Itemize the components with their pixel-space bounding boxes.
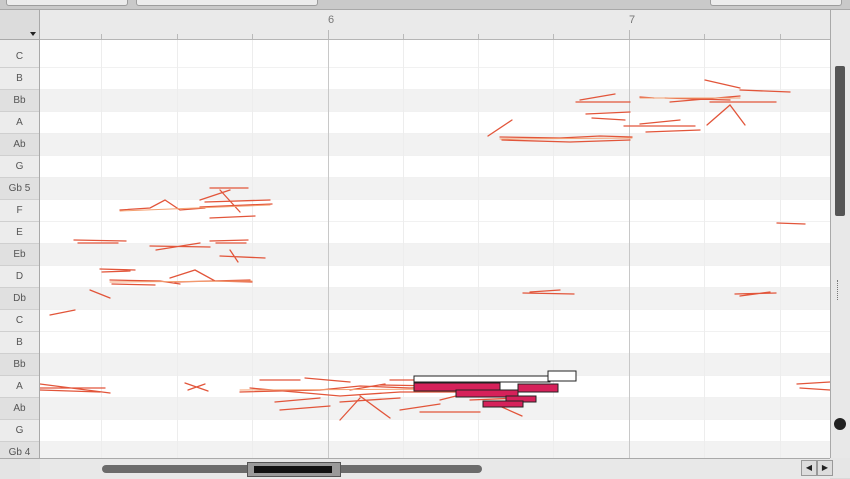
pitch-key[interactable]: A bbox=[0, 112, 39, 134]
chevron-down-icon bbox=[30, 32, 36, 36]
note-blob[interactable] bbox=[184, 382, 209, 392]
vertical-scrollbar[interactable] bbox=[830, 10, 850, 458]
pitch-key[interactable]: Db bbox=[0, 288, 39, 310]
bar-label-7: 7 bbox=[629, 14, 636, 26]
note-blob[interactable] bbox=[522, 289, 575, 295]
note-blob[interactable] bbox=[623, 119, 701, 133]
note-blob[interactable] bbox=[704, 79, 791, 93]
horizontal-scroll-thumb[interactable] bbox=[247, 462, 341, 477]
ruler-tick bbox=[478, 34, 479, 39]
toolbar-control[interactable] bbox=[710, 0, 842, 6]
selected-note-group[interactable] bbox=[413, 370, 577, 408]
pitch-blob-layer[interactable] bbox=[40, 40, 830, 458]
note-blob[interactable] bbox=[487, 119, 513, 137]
arrow-right-icon[interactable]: ▶ bbox=[817, 460, 833, 476]
pitch-key[interactable]: Eb bbox=[0, 244, 39, 266]
selected-note[interactable] bbox=[547, 370, 577, 382]
pitch-key[interactable]: Gb 5 bbox=[0, 178, 39, 200]
ruler-tick bbox=[177, 34, 178, 39]
ruler-tick bbox=[403, 34, 404, 39]
ruler-tick bbox=[101, 34, 102, 39]
ruler-tick bbox=[252, 34, 253, 39]
ruler-tick bbox=[780, 34, 781, 39]
note-blob[interactable] bbox=[219, 249, 266, 263]
selected-note[interactable] bbox=[517, 383, 559, 393]
note-blob[interactable] bbox=[796, 381, 830, 391]
pitch-key[interactable]: G bbox=[0, 156, 39, 178]
pitch-key[interactable]: Gb 4 bbox=[0, 442, 39, 458]
thumb-waveform bbox=[254, 466, 332, 473]
pitch-key[interactable]: C bbox=[0, 310, 39, 332]
note-blob[interactable] bbox=[169, 269, 253, 283]
arrow-left-icon[interactable]: ◀ bbox=[801, 460, 817, 476]
pitch-key[interactable]: F bbox=[0, 200, 39, 222]
ruler-tick bbox=[328, 30, 329, 39]
pitch-key[interactable]: B bbox=[0, 68, 39, 90]
toolbar-strip bbox=[0, 0, 850, 10]
note-blob[interactable] bbox=[109, 279, 181, 286]
pitch-key[interactable]: Bb bbox=[0, 90, 39, 112]
pitch-key[interactable]: Ab bbox=[0, 398, 39, 420]
note-blob[interactable] bbox=[575, 93, 631, 103]
note-blob[interactable] bbox=[259, 379, 331, 411]
toolbar-control[interactable] bbox=[136, 0, 318, 6]
pitch-key[interactable]: E bbox=[0, 222, 39, 244]
toolbar-control[interactable] bbox=[6, 0, 128, 6]
vertical-zoom-knob[interactable] bbox=[834, 418, 846, 430]
pitch-key[interactable]: D bbox=[0, 266, 39, 288]
note-blob[interactable] bbox=[99, 268, 136, 273]
zoom-track[interactable] bbox=[837, 280, 846, 300]
pitch-key[interactable]: C bbox=[0, 46, 39, 68]
note-blob[interactable] bbox=[734, 291, 777, 297]
note-blob[interactable] bbox=[73, 239, 127, 244]
key-menu-button[interactable] bbox=[0, 10, 40, 40]
note-blob[interactable] bbox=[199, 189, 256, 219]
ruler-tick bbox=[553, 34, 554, 39]
pitch-key[interactable]: Bb bbox=[0, 354, 39, 376]
selected-note[interactable] bbox=[413, 375, 551, 383]
note-grid[interactable] bbox=[40, 40, 830, 458]
vertical-scroll-thumb[interactable] bbox=[835, 66, 845, 216]
note-blob[interactable] bbox=[585, 111, 631, 121]
pitch-editor-window: 6 7 C B Bb A Ab G Gb 5 F E Eb D Db C B B… bbox=[0, 0, 850, 479]
key-column-footer bbox=[0, 458, 41, 479]
pitch-key[interactable]: G bbox=[0, 420, 39, 442]
note-blob[interactable] bbox=[776, 222, 806, 225]
pitch-key[interactable]: Ab bbox=[0, 134, 39, 156]
selected-note[interactable] bbox=[482, 400, 524, 408]
ruler-tick bbox=[629, 30, 630, 39]
note-blob[interactable] bbox=[199, 187, 273, 208]
note-blob[interactable] bbox=[209, 239, 249, 244]
bar-label-6: 6 bbox=[328, 14, 335, 26]
note-blob-shadow bbox=[499, 137, 633, 140]
note-blob[interactable] bbox=[639, 95, 741, 103]
ruler-tick bbox=[704, 34, 705, 39]
note-blob[interactable] bbox=[706, 104, 746, 126]
pitch-key-column: C B Bb A Ab G Gb 5 F E Eb D Db C B Bb A … bbox=[0, 40, 40, 458]
note-blob[interactable] bbox=[40, 383, 111, 394]
note-blob[interactable] bbox=[501, 139, 631, 143]
note-blob[interactable] bbox=[149, 242, 211, 251]
horizontal-scrollbar[interactable] bbox=[40, 458, 830, 479]
pitch-key[interactable]: A bbox=[0, 376, 39, 398]
note-blob[interactable] bbox=[49, 289, 111, 316]
pitch-key[interactable]: B bbox=[0, 332, 39, 354]
timeline-ruler[interactable]: 6 7 bbox=[40, 10, 830, 40]
